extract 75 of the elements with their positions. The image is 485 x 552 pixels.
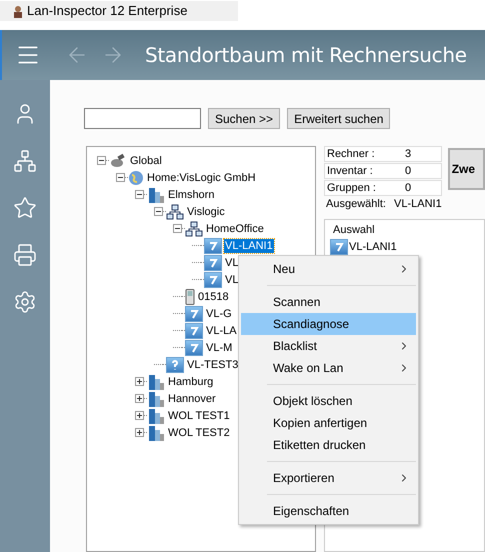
printer-icon[interactable] — [13, 243, 37, 267]
network-icon — [185, 220, 203, 236]
tree-item[interactable]: VL-TEST3 — [186, 358, 240, 372]
menu-item[interactable]: Etiketten drucken — [241, 434, 416, 456]
monitor-icon — [185, 306, 203, 322]
phone-icon — [185, 288, 195, 304]
menu-item[interactable]: Scandiagnose — [241, 313, 416, 335]
selection-item[interactable]: VL-LANI1 — [349, 240, 397, 254]
tree-item[interactable]: Vislogic — [186, 204, 226, 218]
tree-item[interactable]: Hannover — [167, 392, 217, 406]
expander-icon[interactable] — [135, 428, 144, 437]
monitor-icon — [166, 356, 184, 372]
building-icon — [147, 373, 165, 390]
satellite-icon — [109, 152, 127, 168]
search-button[interactable]: Suchen >> — [208, 108, 280, 129]
expander-icon[interactable] — [135, 190, 144, 199]
menu-item[interactable]: Scannen — [241, 291, 416, 313]
stat-label: Rechner : — [326, 147, 376, 161]
tree-item[interactable]: VL-LANI1 — [224, 238, 274, 252]
stat-value: 3 — [405, 147, 412, 161]
tree-item[interactable]: VL-M — [205, 340, 234, 354]
expander-icon[interactable] — [97, 156, 106, 165]
expander-icon[interactable] — [135, 411, 144, 420]
tree-item[interactable]: WOL TEST2 — [167, 426, 231, 440]
window-title: Lan-Inspector 12 Enterprise — [27, 2, 188, 20]
selected-value: VL-LANI1 — [394, 197, 442, 212]
menu-item[interactable]: Exportieren — [241, 467, 416, 489]
stat-value: 0 — [405, 181, 412, 195]
expander-icon[interactable] — [135, 377, 144, 386]
selected-label: Ausgewählt: — [325, 197, 387, 212]
network-icon — [166, 204, 184, 220]
stat-value: 0 — [405, 164, 412, 178]
monitor-icon — [204, 238, 222, 254]
expander-icon[interactable] — [116, 173, 125, 182]
expander-icon[interactable] — [154, 207, 163, 216]
sitemap-icon[interactable] — [13, 149, 37, 173]
monitor-icon — [330, 239, 348, 255]
tree-item[interactable]: VL — [224, 256, 240, 270]
search-field[interactable] — [84, 108, 201, 129]
building-icon — [147, 424, 165, 441]
tree-item[interactable]: Home:VisLogic GmbH — [146, 170, 257, 184]
tree-item[interactable]: Elmshorn — [167, 188, 216, 202]
building-icon — [147, 390, 165, 407]
monitor-icon — [204, 254, 222, 270]
action-button[interactable]: Zwe — [448, 148, 485, 190]
menu-item[interactable]: Objekt löschen — [241, 390, 416, 412]
tree-item[interactable]: HomeOffice — [205, 222, 265, 236]
tree-item[interactable]: VL-G — [205, 306, 233, 320]
monitor-icon — [204, 272, 222, 288]
expander-icon[interactable] — [173, 224, 182, 233]
expander-icon[interactable] — [135, 394, 144, 403]
page-title: Standortbaum mit Rechnersuche — [145, 42, 467, 69]
tree-item[interactable]: WOL TEST1 — [167, 408, 231, 422]
stat-label: Inventar : — [326, 164, 374, 178]
tree-item[interactable]: VL-LA — [205, 324, 238, 338]
inspector-icon — [12, 4, 24, 18]
menu-item[interactable]: Kopien anfertigen — [241, 412, 416, 434]
tree-item[interactable]: 01518 — [197, 290, 230, 304]
search-button[interactable]: Erweitert suchen — [287, 108, 390, 129]
menu-item[interactable]: Neu — [241, 258, 416, 280]
menu-item[interactable]: Wake on Lan — [241, 357, 416, 379]
star-icon[interactable] — [13, 196, 37, 220]
building-icon — [147, 407, 165, 424]
tree-item[interactable]: Global — [129, 154, 163, 168]
stat-label: Gruppen : — [326, 181, 377, 195]
globe-icon — [128, 170, 144, 186]
settings-icon[interactable] — [13, 290, 37, 314]
building-icon — [147, 186, 165, 203]
menu-item[interactable]: Blacklist — [241, 335, 416, 357]
monitor-icon — [185, 322, 203, 338]
tree-item[interactable]: VL — [224, 272, 240, 286]
monitor-icon — [185, 340, 203, 356]
group-title: Auswahl — [333, 224, 376, 237]
tree-item[interactable]: Hamburg — [167, 374, 214, 388]
menu-item[interactable]: Eigenschaften — [241, 500, 416, 522]
